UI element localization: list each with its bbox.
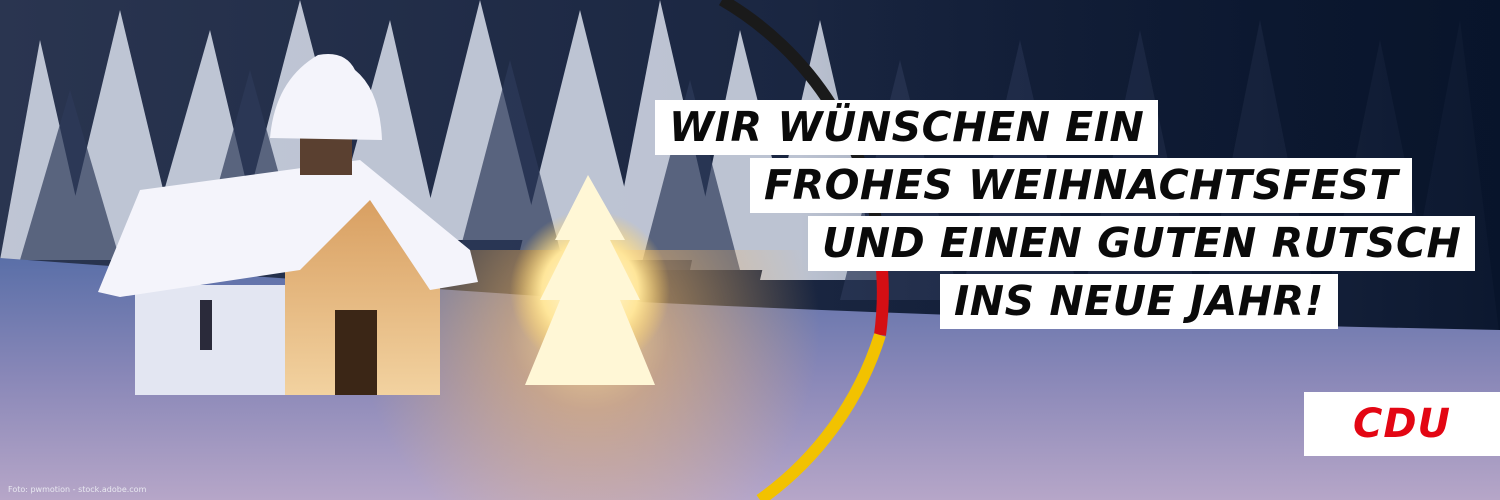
headline-line-4: INS NEUE JAHR! (940, 274, 1338, 329)
headline-line-1: WIR WÜNSCHEN EIN (655, 100, 1159, 155)
cdu-logo: CDU (1304, 392, 1500, 456)
headline-line-2: FROHES WEIHNACHTSFEST (750, 158, 1413, 213)
cdu-logo-text: CDU (1352, 401, 1452, 447)
photo-credit: Foto: pwmotion - stock.adobe.com (8, 485, 147, 494)
headline-line-3: UND EINEN GUTEN RUTSCH (808, 216, 1476, 271)
